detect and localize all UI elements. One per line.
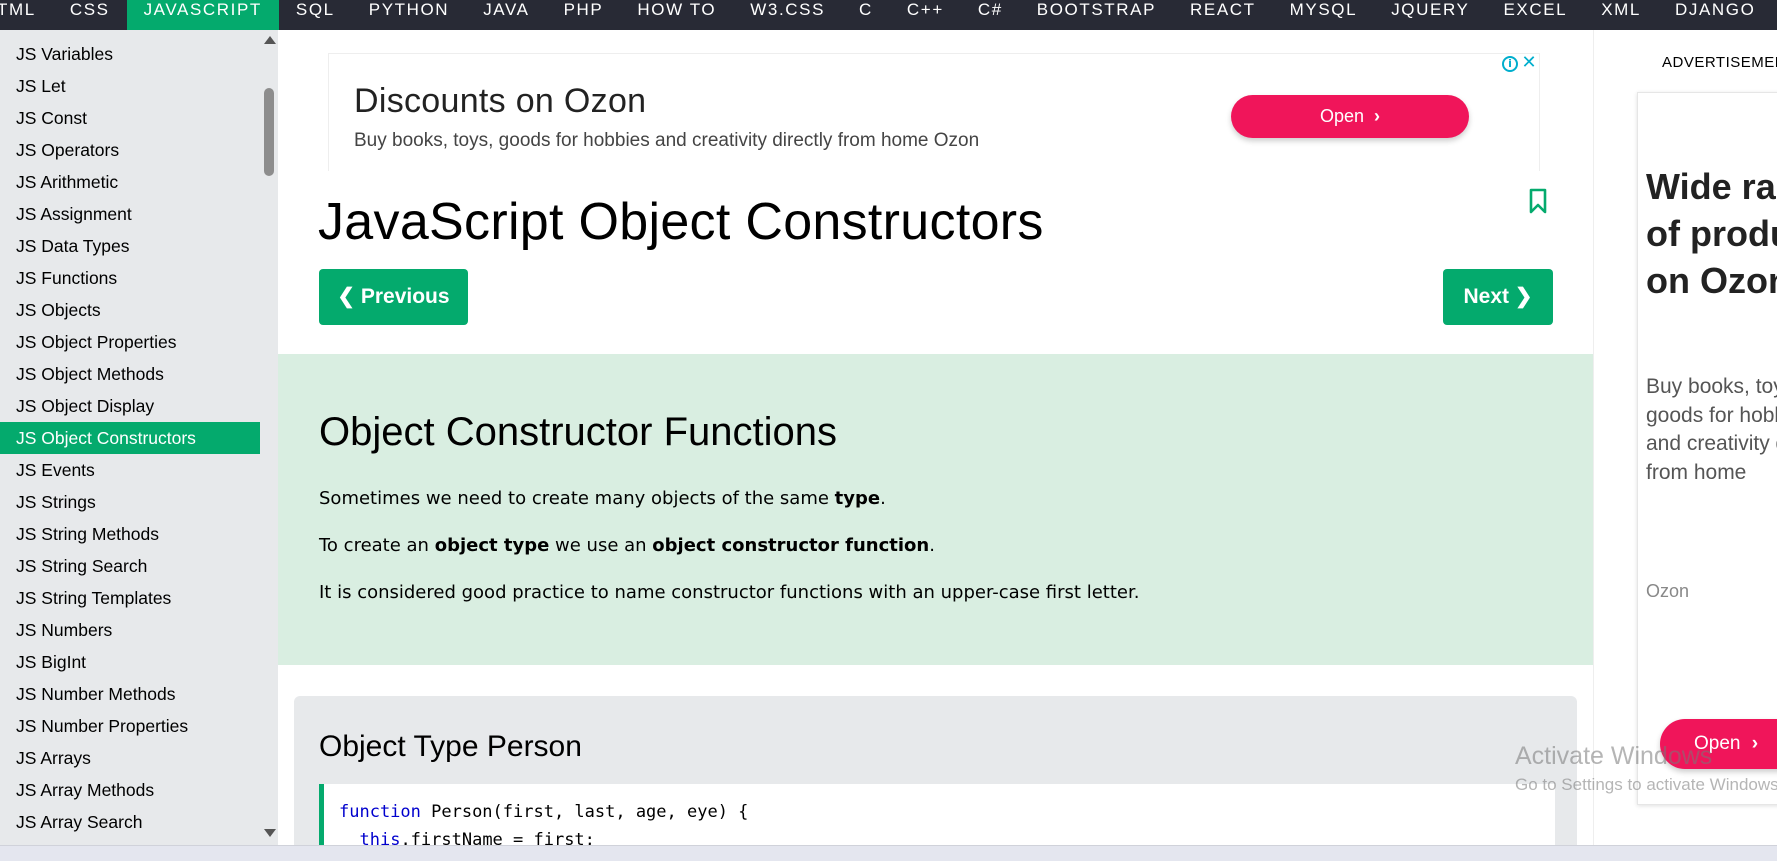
sidebar-item-js-object-methods[interactable]: JS Object Methods bbox=[0, 358, 260, 390]
chevron-right-icon: › bbox=[1374, 106, 1381, 126]
nav-item-sql[interactable]: SQL bbox=[279, 0, 352, 30]
ad-description[interactable]: Buy books, toys, goods for hobbies and c… bbox=[354, 130, 979, 152]
sidebar-item-js-arithmetic[interactable]: JS Arithmetic bbox=[0, 166, 260, 198]
bold-text: object constructor function bbox=[652, 535, 930, 556]
intro-paragraph: Sometimes we need to create many objects… bbox=[319, 488, 886, 509]
nav-item-javascript[interactable]: JAVASCRIPT bbox=[126, 0, 279, 30]
advertisement-label: ADVERTISEMENT bbox=[1662, 54, 1777, 71]
nav-item-mysql[interactable]: MYSQL bbox=[1273, 0, 1375, 30]
nav-item-tml[interactable]: TML bbox=[0, 0, 53, 30]
sidebar-item-js-variables[interactable]: JS Variables bbox=[0, 38, 260, 70]
ad-open-button[interactable]: Open › bbox=[1231, 95, 1469, 138]
ad-title[interactable]: Wide range of products on Ozon bbox=[1646, 163, 1777, 304]
nav-item-c[interactable]: C++ bbox=[890, 0, 961, 30]
sidebar-item-js-number-methods[interactable]: JS Number Methods bbox=[0, 678, 260, 710]
intro-section: Object Constructor Functions Sometimes w… bbox=[278, 354, 1593, 665]
sidebar-item-js-const[interactable]: JS Const bbox=[0, 102, 260, 134]
nav-item-django[interactable]: DJANGO bbox=[1658, 0, 1772, 30]
side-advertisement[interactable]: Wide range of products on Ozon Buy books… bbox=[1637, 92, 1777, 805]
sidebar-item-js-string-search[interactable]: JS String Search bbox=[0, 550, 260, 582]
ad-title[interactable]: Discounts on Ozon bbox=[354, 82, 646, 121]
main-content: Discounts on Ozon Buy books, toys, goods… bbox=[278, 30, 1593, 845]
nav-item-how-to[interactable]: HOW TO bbox=[620, 0, 733, 30]
nav-item-excel[interactable]: EXCEL bbox=[1486, 0, 1584, 30]
sidebar-item-js-object-display[interactable]: JS Object Display bbox=[0, 390, 260, 422]
nav-item-c[interactable]: C# bbox=[961, 0, 1020, 30]
right-column: ADVERTISEMENT Wide range of products on … bbox=[1593, 30, 1777, 845]
code-text: Person(first, last, age, eye) { bbox=[420, 802, 749, 822]
sidebar-item-js-strings[interactable]: JS Strings bbox=[0, 486, 260, 518]
nav-item-w3-css[interactable]: W3.CSS bbox=[733, 0, 842, 30]
activate-windows-watermark: Activate Windows Go to Settings to activ… bbox=[1515, 742, 1777, 795]
sidebar-item-js-array-search[interactable]: JS Array Search bbox=[0, 806, 260, 838]
sidebar-item-js-assignment[interactable]: JS Assignment bbox=[0, 198, 260, 230]
nav-item-bootstrap[interactable]: BOOTSTRAP bbox=[1020, 0, 1173, 30]
intro-paragraph: To create an object type we use an objec… bbox=[319, 535, 935, 556]
nav-item-php[interactable]: PHP bbox=[547, 0, 621, 30]
text-span: Sometimes we need to create many objects… bbox=[319, 488, 835, 509]
sidebar-list: JS Variables JS Let JS Const JS Operators JS… bbox=[0, 38, 260, 838]
text-span: . bbox=[880, 488, 886, 509]
sidebar-item-js-number-properties[interactable]: JS Number Properties bbox=[0, 710, 260, 742]
watermark-subtitle: Go to Settings to activate Windows. bbox=[1515, 775, 1777, 794]
section-heading: Object Constructor Functions bbox=[319, 410, 837, 454]
sidebar-item-js-string-templates[interactable]: JS String Templates bbox=[0, 582, 260, 614]
next-button[interactable]: Next ❯ bbox=[1443, 269, 1553, 325]
sidebar-item-js-bigint[interactable]: JS BigInt bbox=[0, 646, 260, 678]
close-icon[interactable]: ✕ bbox=[1521, 53, 1537, 73]
code-block[interactable]: function Person(first, last, age, eye) {… bbox=[319, 784, 1555, 845]
sidebar-item-js-array-methods[interactable]: JS Array Methods bbox=[0, 774, 260, 806]
ad-brand[interactable]: Ozon bbox=[1646, 581, 1689, 602]
sidebar-item-js-string-methods[interactable]: JS String Methods bbox=[0, 518, 260, 550]
watermark-title: Activate Windows bbox=[1515, 742, 1713, 770]
code-text: .firstName = first; bbox=[400, 830, 595, 845]
bookmark-icon[interactable] bbox=[1528, 188, 1548, 214]
nav-item-jquery[interactable]: JQUERY bbox=[1374, 0, 1486, 30]
sidebar-item-js-object-properties[interactable]: JS Object Properties bbox=[0, 326, 260, 358]
sidebar-item-js-operators[interactable]: JS Operators bbox=[0, 134, 260, 166]
code-keyword: function bbox=[339, 802, 421, 822]
text-span: we use an bbox=[549, 535, 653, 556]
code-line: function Person(first, last, age, eye) { bbox=[339, 798, 1540, 826]
text-span: To create an bbox=[319, 535, 435, 556]
sidebar-item-js-objects[interactable]: JS Objects bbox=[0, 294, 260, 326]
info-icon[interactable]: i bbox=[1502, 56, 1518, 72]
code-line: this.firstName = first; bbox=[339, 826, 1540, 845]
top-navigation: TML CSS JAVASCRIPT SQL PYTHON JAVA PHP HOW TO W3… bbox=[0, 0, 1777, 30]
previous-button[interactable]: ❮ Previous bbox=[319, 269, 468, 325]
scroll-down-arrow-icon[interactable] bbox=[264, 829, 276, 837]
ad-open-label: Open bbox=[1319, 106, 1365, 126]
scroll-up-arrow-icon[interactable] bbox=[264, 36, 276, 44]
sidebar-scrollbar[interactable] bbox=[260, 30, 278, 845]
nav-item-react[interactable]: REACT bbox=[1173, 0, 1273, 30]
nav-item-python[interactable]: PYTHON bbox=[352, 0, 466, 30]
nav-item-java[interactable]: JAVA bbox=[466, 0, 546, 30]
nav-item-xml[interactable]: XML bbox=[1584, 0, 1658, 30]
sidebar-item-js-object-constructors[interactable]: JS Object Constructors bbox=[0, 422, 260, 454]
page-title: JavaScript Object Constructors bbox=[318, 193, 1044, 251]
taskbar bbox=[0, 845, 1777, 861]
bold-text: object type bbox=[434, 535, 550, 556]
sidebar-item-js-data-types[interactable]: JS Data Types bbox=[0, 230, 260, 262]
sidebar-item-js-functions[interactable]: JS Functions bbox=[0, 262, 260, 294]
sidebar: JS Variables JS Let JS Const JS Operators JS… bbox=[0, 30, 278, 845]
top-advertisement[interactable]: Discounts on Ozon Buy books, toys, goods… bbox=[328, 53, 1540, 171]
nav-item-c[interactable]: C bbox=[842, 0, 890, 30]
sidebar-item-js-numbers[interactable]: JS Numbers bbox=[0, 614, 260, 646]
scrollbar-thumb[interactable] bbox=[264, 88, 274, 176]
sidebar-item-js-arrays[interactable]: JS Arrays bbox=[0, 742, 260, 774]
code-keyword: this bbox=[359, 830, 401, 845]
text-span: . bbox=[929, 535, 935, 556]
ad-choices[interactable]: i ✕ bbox=[1499, 53, 1539, 74]
nav-item-css[interactable]: CSS bbox=[53, 0, 127, 30]
sidebar-item-js-events[interactable]: JS Events bbox=[0, 454, 260, 486]
example-heading: Object Type Person bbox=[319, 730, 582, 763]
example-box: Object Type Person function Person(first… bbox=[294, 696, 1577, 845]
sidebar-item-js-let[interactable]: JS Let bbox=[0, 70, 260, 102]
ad-description[interactable]: Buy books, toys, goods for hobbies and c… bbox=[1646, 373, 1777, 487]
intro-paragraph: It is considered good practice to name c… bbox=[319, 582, 1140, 603]
nav-item-n[interactable]: N bbox=[1772, 0, 1777, 30]
bold-text: type bbox=[834, 488, 881, 509]
